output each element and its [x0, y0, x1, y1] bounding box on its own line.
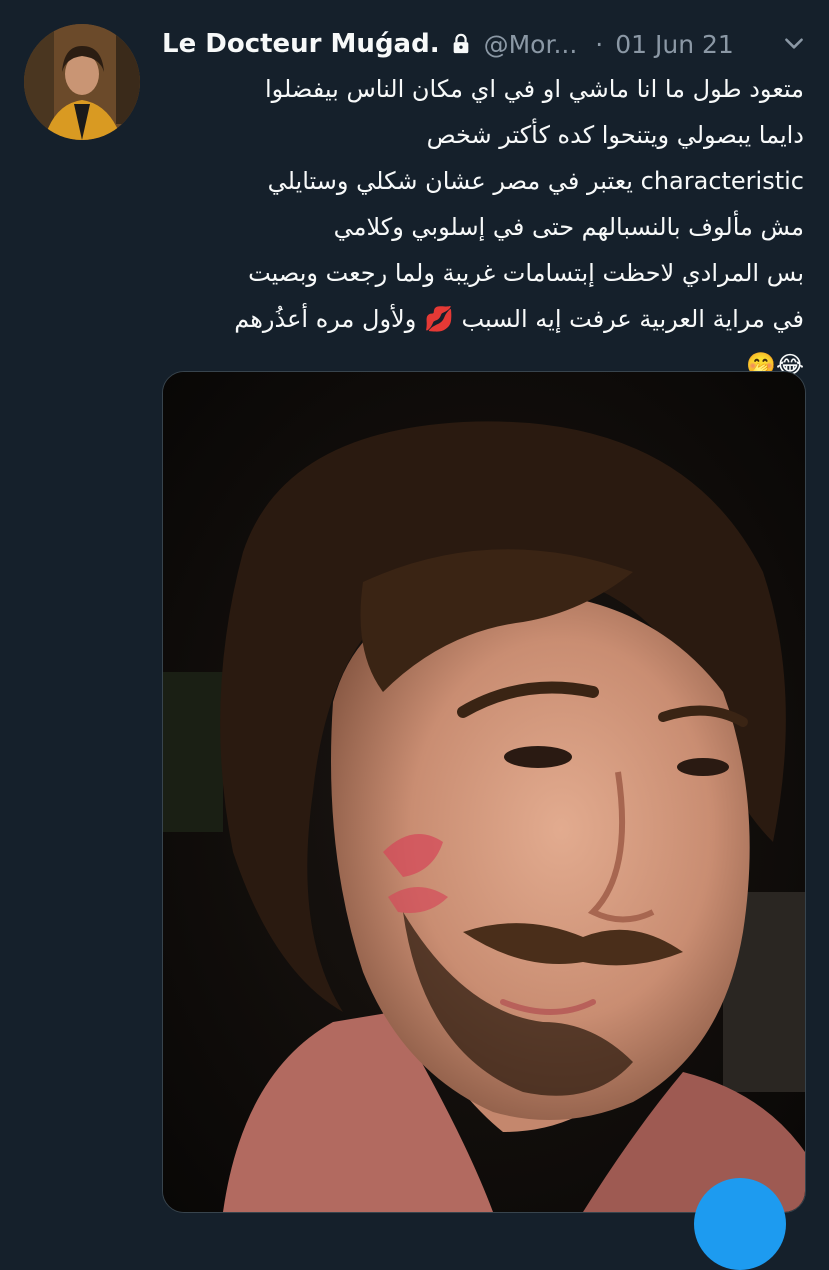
- lock-icon: [450, 33, 472, 55]
- tweet-date[interactable]: 01 Jun 21: [615, 30, 734, 59]
- separator-dot: ·: [595, 29, 604, 59]
- tweet-text-line: دايما يبصولي ويتنحوا كده كأكتر شخص: [426, 121, 804, 149]
- display-name[interactable]: Le Docteur Muǵad.: [162, 29, 440, 59]
- compose-tweet-button[interactable]: [694, 1178, 786, 1270]
- tweet-media-photo[interactable]: [162, 371, 806, 1213]
- avatar-photo: [24, 24, 140, 140]
- user-handle[interactable]: @Mor...: [484, 30, 578, 59]
- avatar[interactable]: [24, 24, 140, 140]
- tweet-text-line: characteristic يعتبر في مصر عشان شكلي وس…: [267, 167, 804, 195]
- tweet-text: متعود طول ما انا ماشي او في اي مكان النا…: [162, 66, 804, 388]
- tweet-header: Le Docteur Muǵad. @Mor... · 01 Jun 21: [162, 24, 807, 64]
- more-icon[interactable]: [781, 30, 807, 56]
- tweet-text-line: بس المرادي لاحظت إبتسامات غريبة ولما رجع…: [248, 259, 804, 287]
- tweet-text-line: متعود طول ما انا ماشي او في اي مكان النا…: [264, 75, 804, 103]
- selfie-photo: [163, 372, 805, 1212]
- tweet-text-line: في مراية العربية عرفت إيه السبب 💋 ولأول …: [234, 305, 804, 333]
- tweet-text-line: مش مألوف بالنسبالهم حتى في إسلوبي وكلامي: [333, 213, 804, 241]
